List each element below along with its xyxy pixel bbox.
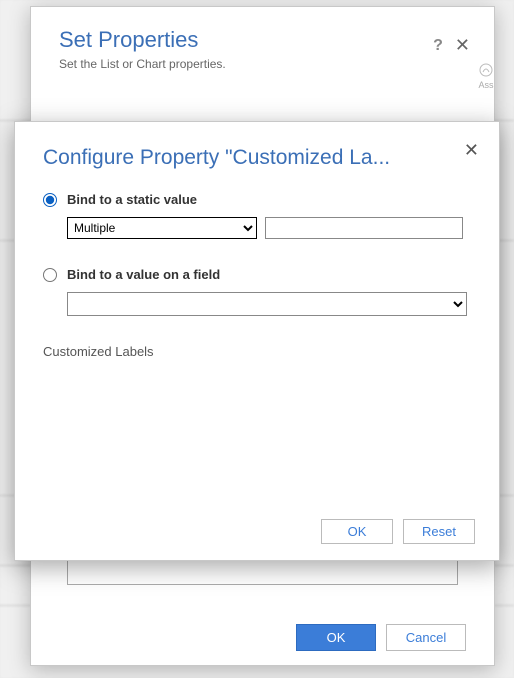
assistant-icon: Ass bbox=[476, 62, 496, 92]
bind-field-option: Bind to a value on a field bbox=[43, 267, 471, 316]
inner-dialog-header: Configure Property "Customized La... ✕ bbox=[15, 122, 499, 174]
bind-static-option: Bind to a static value Multiple bbox=[43, 192, 471, 239]
outer-dialog-subtitle: Set the List or Chart properties. bbox=[59, 57, 466, 71]
close-icon[interactable]: ✕ bbox=[455, 35, 470, 56]
ok-button[interactable]: OK bbox=[321, 519, 393, 544]
static-value-input[interactable] bbox=[265, 217, 463, 239]
close-icon[interactable]: ✕ bbox=[464, 140, 479, 161]
bind-field-label: Bind to a value on a field bbox=[67, 267, 220, 282]
outer-dialog-title: Set Properties bbox=[59, 27, 466, 53]
outer-dialog-header: Set Properties Set the List or Chart pro… bbox=[31, 7, 494, 79]
inner-dialog-title: Configure Property "Customized La... bbox=[43, 146, 443, 170]
cancel-button[interactable]: Cancel bbox=[386, 624, 466, 651]
section-label: Customized Labels bbox=[43, 344, 471, 359]
help-icon[interactable]: ? bbox=[433, 37, 443, 55]
configure-property-dialog: Configure Property "Customized La... ✕ B… bbox=[14, 121, 500, 561]
static-value-dropdown[interactable]: Multiple bbox=[67, 217, 257, 239]
outer-dialog-footer: OK Cancel bbox=[296, 624, 466, 651]
field-value-dropdown[interactable] bbox=[67, 292, 467, 316]
reset-button[interactable]: Reset bbox=[403, 519, 475, 544]
bind-field-radio[interactable] bbox=[43, 268, 57, 282]
inner-dialog-body: Bind to a static value Multiple Bind to … bbox=[15, 174, 499, 369]
bind-static-radio[interactable] bbox=[43, 193, 57, 207]
inner-dialog-footer: OK Reset bbox=[321, 519, 475, 544]
ok-button[interactable]: OK bbox=[296, 624, 376, 651]
bind-static-label: Bind to a static value bbox=[67, 192, 197, 207]
